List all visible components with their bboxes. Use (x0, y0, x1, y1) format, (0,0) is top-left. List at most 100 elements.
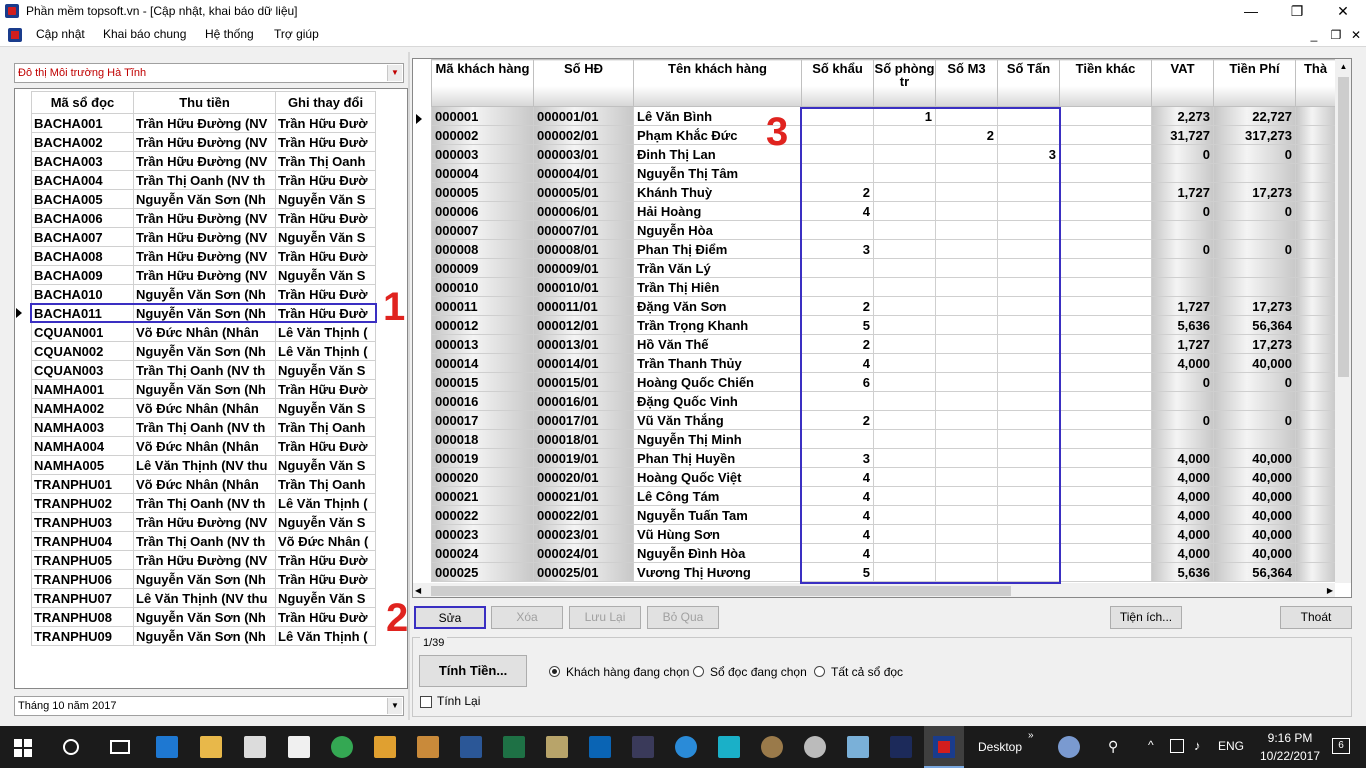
table-cell[interactable]: 17,273 (1213, 296, 1296, 316)
menu-khai-bao-chung[interactable]: Khai báo chung (103, 27, 186, 41)
table-row[interactable]: BACHA006 Trần Hữu Đường (NV Trần Hữu Đườ (31, 208, 376, 228)
table-cell[interactable]: Trần Hữu Đường (NV (133, 113, 276, 133)
file-explorer-icon[interactable] (200, 736, 222, 758)
table-cell[interactable] (1059, 486, 1152, 506)
table-cell[interactable] (1059, 125, 1152, 145)
table-cell[interactable]: 000022/01 (533, 505, 634, 525)
table-cell[interactable]: 000025 (431, 562, 534, 582)
topsoft-taskbar-button[interactable] (924, 726, 964, 768)
column-header[interactable]: Số M3 (935, 59, 998, 107)
table-cell[interactable] (1213, 163, 1296, 183)
table-cell[interactable] (1059, 505, 1152, 525)
mdi-restore-button[interactable]: ❐ (1326, 26, 1346, 44)
table-row[interactable]: TRANPHU05 Trần Hữu Đường (NV Trần Hữu Đườ (31, 550, 376, 570)
dropdown-arrow-icon[interactable]: ▼ (387, 65, 402, 81)
table-cell[interactable] (1295, 125, 1336, 145)
utilities-button[interactable]: Tiện ích... (1110, 606, 1182, 629)
table-cell[interactable]: Nguyễn Đình Hòa (633, 543, 802, 563)
table-cell[interactable]: 0 (1213, 239, 1296, 259)
exit-button[interactable]: Thoát (1280, 606, 1352, 629)
outlook-icon[interactable] (589, 736, 611, 758)
table-cell[interactable]: Võ Đức Nhân ( (275, 531, 376, 551)
photoshop-icon[interactable] (890, 736, 912, 758)
table-cell[interactable]: Nguyễn Văn S (275, 227, 376, 247)
table-cell[interactable]: 0 (1151, 144, 1214, 164)
table-cell[interactable]: Trần Hữu Đường (NV (133, 227, 276, 247)
table-cell[interactable]: Trần Văn Lý (633, 258, 802, 278)
table-cell[interactable]: 000018/01 (533, 429, 634, 449)
table-cell[interactable] (1059, 239, 1152, 259)
column-header[interactable]: Số phòng tr (873, 59, 936, 107)
table-cell[interactable]: Nguyễn Văn Sơn (Nh (133, 379, 276, 399)
column-header[interactable]: Mã sổ đọc (31, 91, 134, 114)
table-cell[interactable] (1295, 524, 1336, 544)
table-cell[interactable]: 000011/01 (533, 296, 634, 316)
table-row[interactable]: NAMHA004 Võ Đức Nhân (Nhân Trần Hữu Đườ (31, 436, 376, 456)
calculate-button[interactable]: Tính Tiền... (419, 655, 527, 687)
table-cell[interactable]: CQUAN003 (31, 360, 134, 380)
table-cell[interactable]: Đặng Văn Sơn (633, 296, 802, 316)
table-cell[interactable] (1213, 258, 1296, 278)
clock-time[interactable]: 9:16 PM (1260, 731, 1320, 745)
table-cell[interactable]: Nguyễn Văn Sơn (Nh (133, 569, 276, 589)
table-cell[interactable]: 40,000 (1213, 543, 1296, 563)
table-cell[interactable]: Trần Hữu Đường (NV (133, 265, 276, 285)
table-cell[interactable]: Nguyễn Hòa (633, 220, 802, 240)
edge-icon[interactable] (156, 736, 178, 758)
edit-button[interactable]: Sửa (414, 606, 486, 629)
table-cell[interactable]: Trần Hữu Đường (NV (133, 132, 276, 152)
table-cell[interactable] (1295, 201, 1336, 221)
table-row[interactable]: NAMHA002 Võ Đức Nhân (Nhân Nguyễn Văn S (31, 398, 376, 418)
table-cell[interactable]: Lê Công Tám (633, 486, 802, 506)
show-hidden-icons-icon[interactable]: ^ (1148, 738, 1154, 752)
table-cell[interactable] (1295, 315, 1336, 335)
table-cell[interactable]: 000010/01 (533, 277, 634, 297)
table-cell[interactable]: 000019 (431, 448, 534, 468)
table-cell[interactable]: 0 (1213, 372, 1296, 392)
table-cell[interactable] (1151, 429, 1214, 449)
table-cell[interactable]: Trần Hữu Đường (NV (133, 550, 276, 570)
table-row[interactable]: BACHA001 Trần Hữu Đường (NV Trần Hữu Đườ (31, 113, 376, 133)
table-cell[interactable] (1059, 163, 1152, 183)
table-cell[interactable]: TRANPHU05 (31, 550, 134, 570)
table-cell[interactable]: 000002 (431, 125, 534, 145)
table-cell[interactable]: 000023/01 (533, 524, 634, 544)
table-cell[interactable] (1059, 562, 1152, 582)
table-cell[interactable] (1295, 486, 1336, 506)
table-cell[interactable] (1059, 201, 1152, 221)
table-row[interactable]: NAMHA001 Nguyễn Văn Sơn (Nh Trần Hữu Đườ (31, 379, 376, 399)
table-cell[interactable] (1059, 429, 1152, 449)
restore-button[interactable]: ❐ (1274, 0, 1320, 24)
table-row[interactable]: NAMHA005 Lê Văn Thịnh (NV thu Nguyễn Văn S (31, 455, 376, 475)
table-cell[interactable]: 000007/01 (533, 220, 634, 240)
table-cell[interactable] (1059, 296, 1152, 316)
table-cell[interactable]: 0 (1213, 410, 1296, 430)
table-cell[interactable] (1059, 334, 1152, 354)
store-icon[interactable] (244, 736, 266, 758)
table-cell[interactable]: 000012 (431, 315, 534, 335)
table-cell[interactable]: Trần Hữu Đườ (275, 284, 376, 304)
table-cell[interactable] (1151, 163, 1214, 183)
table-cell[interactable]: Khánh Thuỳ (633, 182, 802, 202)
table-cell[interactable]: 000019/01 (533, 448, 634, 468)
table-cell[interactable] (1059, 220, 1152, 240)
table-cell[interactable]: Võ Đức Nhân (Nhân (133, 474, 276, 494)
table-cell[interactable] (1059, 543, 1152, 563)
table-cell[interactable]: 56,364 (1213, 315, 1296, 335)
table-row[interactable]: TRANPHU08 Nguyễn Văn Sơn (Nh Trần Hữu Đườ (31, 607, 376, 627)
table-row[interactable]: BACHA007 Trần Hữu Đường (NV Nguyễn Văn S (31, 227, 376, 247)
table-cell[interactable]: Lê Văn Thịnh (NV thu (133, 455, 276, 475)
table-cell[interactable]: 000004 (431, 163, 534, 183)
table-cell[interactable]: Trần Thị Oanh (275, 474, 376, 494)
table-cell[interactable] (1151, 277, 1214, 297)
table-cell[interactable]: Lê Văn Thịnh ( (275, 626, 376, 646)
table-cell[interactable]: 000014/01 (533, 353, 634, 373)
table-cell[interactable]: 000001/01 (533, 106, 634, 126)
table-cell[interactable]: 000020 (431, 467, 534, 487)
table-cell[interactable]: 000009 (431, 258, 534, 278)
save-button[interactable]: Lưu Lại (569, 606, 641, 629)
table-cell[interactable]: Lê Văn Thịnh ( (275, 341, 376, 361)
table-row[interactable]: BACHA008 Trần Hữu Đường (NV Trần Hữu Đườ (31, 246, 376, 266)
table-cell[interactable]: BACHA002 (31, 132, 134, 152)
table-cell[interactable]: Trần Thị Oanh (NV th (133, 531, 276, 551)
